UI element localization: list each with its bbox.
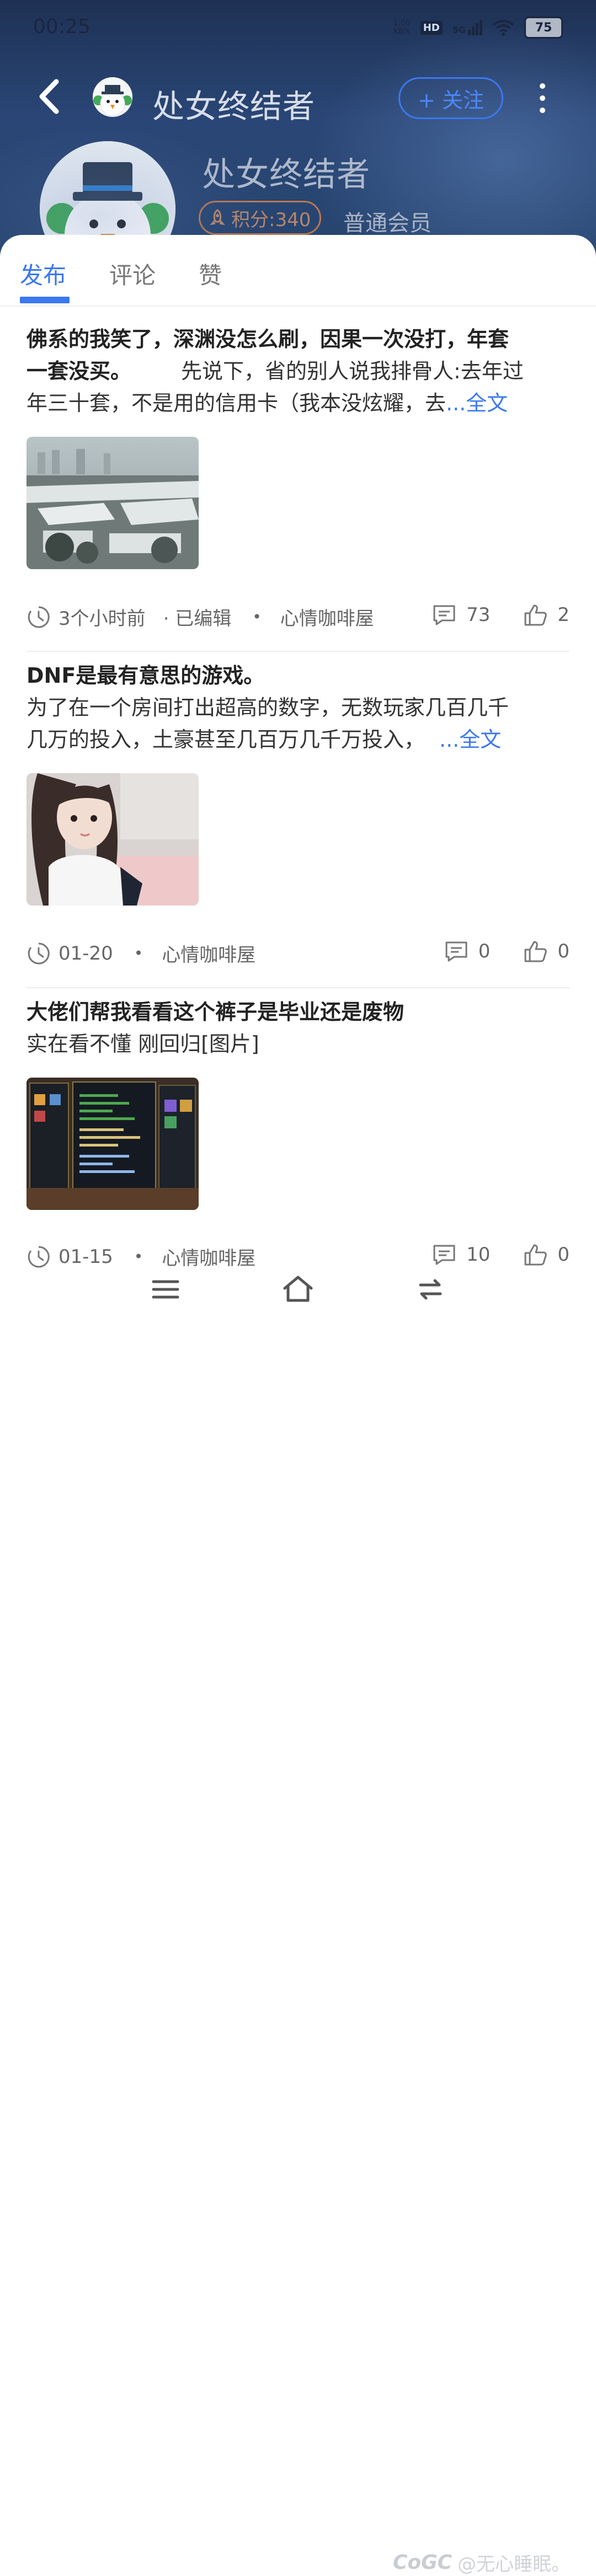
comment-stat[interactable]: 73 (432, 604, 490, 626)
comment-icon (433, 605, 455, 625)
hd-icon: HD (420, 20, 443, 35)
tab-likes[interactable]: 赞 (199, 257, 222, 291)
post-image[interactable] (26, 1078, 199, 1210)
forum-link[interactable]: 心情咖啡屋 (280, 603, 374, 630)
points-badge: 积分:340 (199, 201, 322, 235)
thumbs-up-icon (524, 941, 547, 962)
read-more-link[interactable]: ...全文 (439, 727, 501, 752)
post-body-line: 年三十套，不是用的信用卡（我本没炫耀，去...全文 (26, 391, 508, 415)
profile-header: 00:25 1.00 KB/s HD 5G 75 处女终结者 + 关注 处女终结… (0, 0, 596, 259)
menu-icon[interactable] (150, 1274, 181, 1305)
member-level: 普通会员 (343, 211, 432, 236)
like-stat[interactable]: 0 (523, 940, 570, 963)
post-time: 3个小时前 (58, 608, 146, 630)
more-vertical-icon[interactable] (534, 82, 551, 115)
post-meta: 3个小时前 · 已编辑 • 心情咖啡屋 73 2 (26, 600, 570, 633)
comment-stat[interactable]: 0 (444, 940, 490, 962)
post-item[interactable]: 大佬们帮我看看这个裤子是毕业还是废物 实在看不懂 刚回归[图片] 01-15 •… (26, 996, 570, 1270)
tab-comments[interactable]: 评论 (109, 257, 156, 291)
active-tab-indicator (20, 297, 70, 303)
content-sheet: 发布 评论 赞 佛系的我笑了，深渊没怎么刷，因果一次没打，年套 一套没买。 先说下… (0, 235, 596, 1324)
points-label: 积分:340 (231, 208, 311, 231)
wifi-icon (492, 20, 514, 36)
edited-label: · 已编辑 (163, 608, 232, 630)
post-image[interactable] (26, 437, 199, 569)
forum-link[interactable]: 心情咖啡屋 (162, 940, 256, 967)
home-icon[interactable] (281, 1274, 315, 1305)
thumbs-up-icon (524, 604, 547, 626)
back-arrow-icon[interactable] (34, 77, 67, 116)
post-title: 佛系的我笑了，深渊没怎么刷，因果一次没打，年套 (26, 327, 509, 351)
profile-name: 处女终结者 (202, 156, 370, 194)
status-time: 00:25 (33, 15, 91, 38)
rocket-icon (210, 209, 225, 226)
net-speed: 1.00 KB/s (393, 19, 411, 36)
tab-publish[interactable]: 发布 (20, 257, 66, 291)
post-time: 01-20 (58, 942, 113, 965)
clock-icon (28, 606, 50, 628)
post-item[interactable]: DNF是最有意思的游戏。 为了在一个房间打出超高的数字，无数玩家几百几千 几万的… (26, 660, 570, 988)
like-stat[interactable]: 2 (523, 603, 570, 626)
post-title: 大佬们帮我看看这个裤子是毕业还是废物 (26, 1000, 405, 1024)
comment-icon (445, 941, 467, 962)
read-more-link[interactable]: ...全文 (446, 391, 508, 415)
clock-icon (28, 942, 50, 964)
post-meta: 01-20 • 心情咖啡屋 0 0 (26, 936, 570, 970)
divider (26, 987, 570, 988)
header-title: 处女终结者 (152, 88, 316, 125)
post-image[interactable] (26, 773, 199, 906)
back-nav-icon[interactable] (415, 1274, 446, 1305)
watermark: CoGC @无心睡眠。 (393, 2551, 571, 2575)
post-body: 实在看不懂 刚回归[图片] (26, 1032, 259, 1056)
post-title: DNF是最有意思的游戏。 (26, 663, 265, 688)
post-item[interactable]: 佛系的我笑了，深渊没怎么刷，因果一次没打，年套 一套没买。 先说下，省的别人说我排… (26, 323, 570, 652)
follow-button[interactable]: + 关注 (398, 77, 503, 119)
post-body: 一套没买。 先说下，省的别人说我排骨人:去年过 (26, 359, 524, 383)
header-avatar[interactable] (93, 77, 132, 117)
status-icons: 1.00 KB/s HD 5G 75 (393, 17, 563, 39)
comment-icon (433, 1245, 455, 1265)
comment-stat[interactable]: 10 (432, 1244, 490, 1266)
post-body-line: 几万的投入，土豪甚至几百万几千万投入， ...全文 (26, 727, 502, 752)
tab-bar: 发布 评论 赞 (0, 235, 596, 307)
post-body: 为了在一个房间打出超高的数字，无数玩家几百几千 (26, 695, 509, 720)
signal-icon: 5G (453, 20, 482, 35)
divider (26, 651, 570, 652)
battery-indicator: 75 (524, 17, 563, 39)
system-nav-bar: CoGC @无心睡眠。 (0, 1263, 596, 2575)
